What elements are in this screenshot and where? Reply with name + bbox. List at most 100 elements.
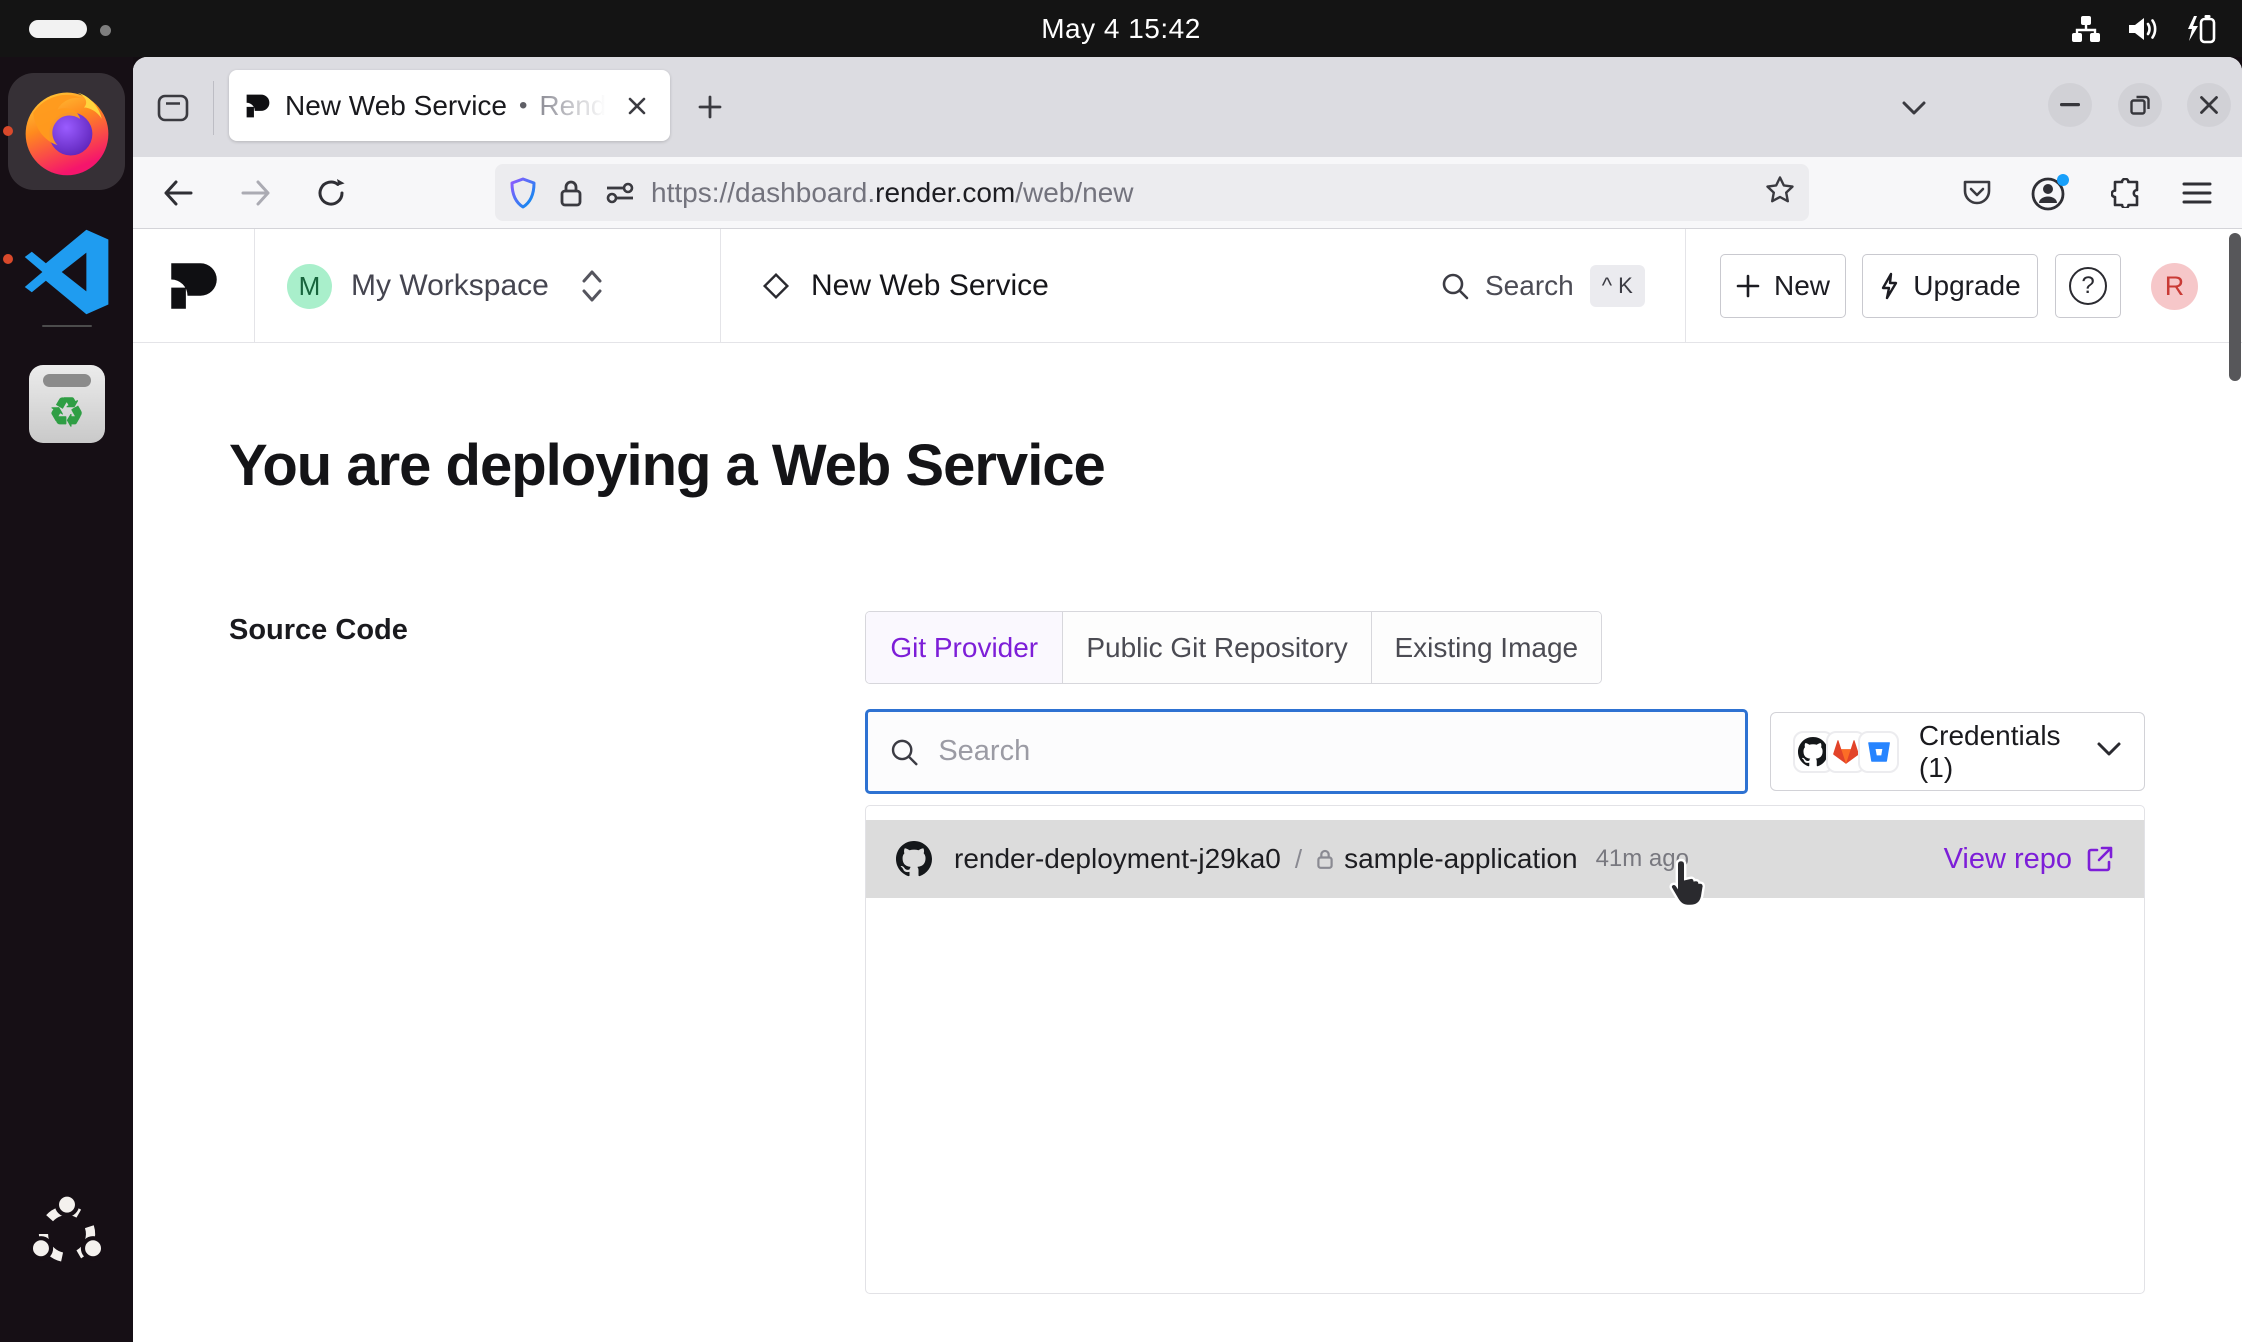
- search-shortcut-badge: ^ K: [1590, 265, 1645, 307]
- dock-item-vscode[interactable]: [8, 213, 125, 330]
- repo-search-box[interactable]: [865, 709, 1748, 794]
- page-scrollbar-thumb[interactable]: [2229, 233, 2241, 381]
- tab-title: New Web Service: [285, 90, 507, 122]
- hamburger-icon: [2182, 181, 2212, 205]
- back-button[interactable]: [154, 169, 202, 217]
- upgrade-button[interactable]: Upgrade: [1862, 254, 2038, 318]
- workspace-selector-chevrons[interactable]: [581, 269, 603, 308]
- dock-item-trash[interactable]: ♻: [8, 345, 125, 462]
- tab-close-button[interactable]: [620, 89, 654, 123]
- repo-name: sample-application: [1344, 843, 1577, 875]
- global-search[interactable]: Search ^ K: [1441, 229, 1645, 343]
- url-domain: render.com: [875, 177, 1015, 208]
- firefox-icon: [20, 85, 114, 179]
- url-text[interactable]: https://dashboard.render.com/web/new: [651, 177, 1134, 209]
- account-icon: [2030, 173, 2070, 213]
- header-divider: [254, 229, 255, 343]
- search-icon: [890, 737, 918, 767]
- question-icon: ?: [2069, 267, 2107, 305]
- puzzle-icon: [2111, 178, 2141, 208]
- close-icon: [2199, 95, 2219, 115]
- private-lock-icon: [1316, 848, 1334, 870]
- volume-icon: [2126, 13, 2160, 45]
- credentials-dropdown[interactable]: Credentials (1): [1770, 712, 2145, 791]
- tab-git-provider[interactable]: Git Provider: [866, 612, 1063, 683]
- battery-icon: [2184, 12, 2218, 46]
- firefox-running-indicator: [3, 126, 13, 136]
- help-button[interactable]: ?: [2055, 254, 2121, 318]
- bookmark-star-button[interactable]: [1765, 175, 1795, 210]
- star-icon: [1765, 175, 1795, 205]
- chevron-down-icon: [1901, 100, 1927, 116]
- new-tab-button[interactable]: [689, 86, 731, 128]
- window-minimize-button[interactable]: [2048, 83, 2092, 127]
- github-icon: [896, 841, 932, 877]
- reload-button[interactable]: [307, 169, 355, 217]
- lock-icon[interactable]: [559, 178, 583, 208]
- list-all-tabs-button[interactable]: [1891, 85, 1937, 131]
- network-icon: [2070, 13, 2102, 45]
- screen: May 4 15:42: [0, 0, 2242, 1342]
- source-tabs: Git Provider Public Git Repository Exist…: [865, 611, 1602, 684]
- gitlab-icon: [1832, 738, 1860, 766]
- pocket-icon: [1962, 179, 1992, 207]
- search-label: Search: [1485, 270, 1574, 302]
- forward-arrow-icon: [241, 180, 271, 206]
- firefox-view-button[interactable]: [153, 90, 193, 126]
- new-button-label: New: [1774, 270, 1830, 302]
- workspace-selector[interactable]: My Workspace: [351, 229, 549, 343]
- tracking-shield-icon[interactable]: [509, 177, 537, 209]
- url-bar[interactable]: https://dashboard.render.com/web/new: [495, 164, 1809, 221]
- url-prefix: https://dashboard.: [651, 177, 875, 208]
- navigation-bar: https://dashboard.render.com/web/new: [133, 157, 2242, 229]
- app-header: M My Workspace New Web Service Search ^ …: [133, 229, 2242, 343]
- repo-owner: render-deployment-j29ka0: [954, 843, 1281, 875]
- user-avatar[interactable]: R: [2151, 263, 2198, 310]
- bitbucket-credential-chip: [1858, 731, 1899, 773]
- mouse-cursor: [1665, 857, 1711, 914]
- account-button[interactable]: [2026, 169, 2074, 217]
- view-repo-label: View repo: [1944, 843, 2072, 876]
- new-button[interactable]: New: [1720, 254, 1846, 318]
- browser-window: New Web Service • Rend: [133, 57, 2242, 1342]
- tab-existing-image[interactable]: Existing Image: [1372, 612, 1601, 683]
- dock-item-app-grid[interactable]: [8, 1175, 125, 1292]
- workspace-avatar[interactable]: M: [287, 264, 332, 309]
- trash-icon: ♻: [29, 365, 105, 443]
- reload-icon: [316, 178, 346, 208]
- tab-public-git-repository[interactable]: Public Git Repository: [1063, 612, 1371, 683]
- repo-row[interactable]: render-deployment-j29ka0 / sample-applic…: [866, 820, 2144, 898]
- page-heading: You are deploying a Web Service: [229, 432, 1105, 499]
- window-close-button[interactable]: [2187, 83, 2231, 127]
- pocket-button[interactable]: [1953, 169, 2001, 217]
- dock: ♻: [0, 57, 133, 1342]
- header-divider: [1685, 229, 1686, 343]
- tab-strip-separator: [213, 81, 214, 135]
- lightning-icon: [1879, 272, 1899, 300]
- plus-icon: [1736, 274, 1760, 298]
- recycle-glyph: ♻: [49, 393, 85, 433]
- tab-title-dot: •: [519, 92, 527, 120]
- active-tab[interactable]: New Web Service • Rend: [229, 70, 670, 141]
- system-clock[interactable]: May 4 15:42: [0, 0, 2242, 57]
- ubuntu-icon: [25, 1192, 109, 1276]
- url-path: /web/new: [1015, 177, 1133, 208]
- system-top-bar: May 4 15:42: [0, 0, 2242, 57]
- window-restore-button[interactable]: [2118, 83, 2162, 127]
- view-repo-link[interactable]: View repo: [1944, 843, 2114, 876]
- render-logo[interactable]: [168, 258, 220, 319]
- system-tray[interactable]: [2070, 0, 2218, 57]
- extensions-button[interactable]: [2102, 169, 2150, 217]
- permissions-sliders-icon[interactable]: [605, 181, 635, 205]
- repo-search-input[interactable]: [936, 734, 1723, 769]
- render-logo-icon: [168, 258, 220, 314]
- firefox-view-icon: [157, 93, 189, 123]
- page-title: New Web Service: [811, 229, 1049, 343]
- render-dashboard-page: M My Workspace New Web Service Search ^ …: [133, 229, 2242, 1342]
- forward-button[interactable]: [232, 169, 280, 217]
- external-link-icon: [2086, 845, 2114, 873]
- upgrade-button-label: Upgrade: [1913, 270, 2020, 302]
- dock-divider: [42, 325, 92, 327]
- dock-item-firefox[interactable]: [8, 73, 125, 190]
- menu-button[interactable]: [2173, 169, 2221, 217]
